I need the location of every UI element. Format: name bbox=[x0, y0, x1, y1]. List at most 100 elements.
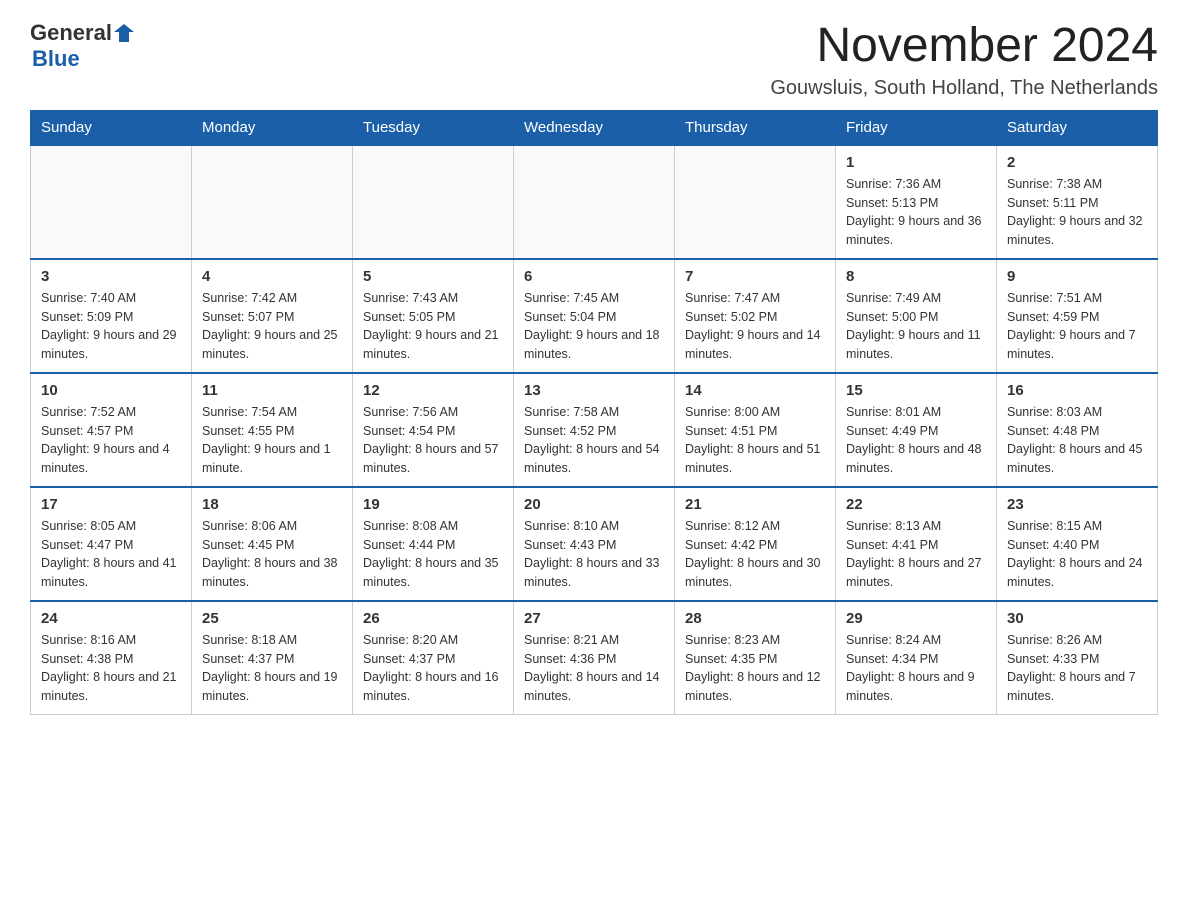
day-number: 14 bbox=[685, 382, 825, 399]
day-number: 6 bbox=[524, 268, 664, 285]
day-info: Sunrise: 8:08 AM Sunset: 4:44 PM Dayligh… bbox=[363, 517, 503, 592]
day-number: 11 bbox=[202, 382, 342, 399]
day-number: 8 bbox=[846, 268, 986, 285]
calendar-cell bbox=[514, 145, 675, 259]
week-row-2: 3 Sunrise: 7:40 AM Sunset: 5:09 PM Daylig… bbox=[31, 259, 1158, 373]
day-number: 21 bbox=[685, 496, 825, 513]
day-number: 28 bbox=[685, 610, 825, 627]
day-number: 20 bbox=[524, 496, 664, 513]
weekday-monday: Monday bbox=[192, 110, 353, 145]
day-number: 4 bbox=[202, 268, 342, 285]
logo-general: General bbox=[30, 20, 112, 46]
calendar-cell: 30Sunrise: 8:26 AM Sunset: 4:33 PM Dayli… bbox=[997, 601, 1158, 715]
calendar-cell: 14Sunrise: 8:00 AM Sunset: 4:51 PM Dayli… bbox=[675, 373, 836, 487]
logo-blue: Blue bbox=[32, 46, 80, 71]
week-row-3: 10 Sunrise: 7:52 AM Sunset: 4:57 PM Dayli… bbox=[31, 373, 1158, 487]
day-number: 15 bbox=[846, 382, 986, 399]
weekday-wednesday: Wednesday bbox=[514, 110, 675, 145]
calendar-cell: 10 Sunrise: 7:52 AM Sunset: 4:57 PM Dayli… bbox=[31, 373, 192, 487]
day-info: Sunrise: 8:01 AM Sunset: 4:49 PM Dayligh… bbox=[846, 403, 986, 478]
day-info: Sunrise: 8:13 AM Sunset: 4:41 PM Dayligh… bbox=[846, 517, 986, 592]
day-number: 16 bbox=[1007, 382, 1147, 399]
day-number: 30 bbox=[1007, 610, 1147, 627]
day-info: Sunrise: 8:23 AM Sunset: 4:35 PM Dayligh… bbox=[685, 631, 825, 706]
weekday-header-row: SundayMondayTuesdayWednesdayThursdayFrid… bbox=[31, 110, 1158, 145]
location: Gouwsluis, South Holland, The Netherland… bbox=[770, 77, 1158, 100]
calendar-cell bbox=[31, 145, 192, 259]
calendar-cell: 4 Sunrise: 7:42 AM Sunset: 5:07 PM Daylig… bbox=[192, 259, 353, 373]
calendar-cell: 5 Sunrise: 7:43 AM Sunset: 5:05 PM Daylig… bbox=[353, 259, 514, 373]
calendar-cell: 9Sunrise: 7:51 AM Sunset: 4:59 PM Daylig… bbox=[997, 259, 1158, 373]
day-number: 29 bbox=[846, 610, 986, 627]
day-number: 5 bbox=[363, 268, 503, 285]
day-info: Sunrise: 8:16 AM Sunset: 4:38 PM Dayligh… bbox=[41, 631, 181, 706]
weekday-saturday: Saturday bbox=[997, 110, 1158, 145]
page-header: General Blue November 2024 Gouwsluis, So… bbox=[30, 20, 1158, 100]
calendar-cell: 24 Sunrise: 8:16 AM Sunset: 4:38 PM Dayli… bbox=[31, 601, 192, 715]
week-row-5: 24 Sunrise: 8:16 AM Sunset: 4:38 PM Dayli… bbox=[31, 601, 1158, 715]
calendar-cell: 12 Sunrise: 7:56 AM Sunset: 4:54 PM Dayli… bbox=[353, 373, 514, 487]
day-info: Sunrise: 8:15 AM Sunset: 4:40 PM Dayligh… bbox=[1007, 517, 1147, 592]
calendar-cell: 8 Sunrise: 7:49 AM Sunset: 5:00 PM Daylig… bbox=[836, 259, 997, 373]
day-number: 3 bbox=[41, 268, 181, 285]
week-row-4: 17 Sunrise: 8:05 AM Sunset: 4:47 PM Dayli… bbox=[31, 487, 1158, 601]
day-number: 27 bbox=[524, 610, 664, 627]
day-info: Sunrise: 7:49 AM Sunset: 5:00 PM Dayligh… bbox=[846, 289, 986, 364]
calendar-cell: 29Sunrise: 8:24 AM Sunset: 4:34 PM Dayli… bbox=[836, 601, 997, 715]
calendar-cell: 1Sunrise: 7:36 AM Sunset: 5:13 PM Daylig… bbox=[836, 145, 997, 259]
day-number: 12 bbox=[363, 382, 503, 399]
day-info: Sunrise: 8:06 AM Sunset: 4:45 PM Dayligh… bbox=[202, 517, 342, 592]
calendar-cell: 3 Sunrise: 7:40 AM Sunset: 5:09 PM Daylig… bbox=[31, 259, 192, 373]
day-number: 26 bbox=[363, 610, 503, 627]
day-info: Sunrise: 7:36 AM Sunset: 5:13 PM Dayligh… bbox=[846, 175, 986, 250]
day-number: 24 bbox=[41, 610, 181, 627]
weekday-friday: Friday bbox=[836, 110, 997, 145]
calendar-cell: 19 Sunrise: 8:08 AM Sunset: 4:44 PM Dayli… bbox=[353, 487, 514, 601]
calendar-cell: 28 Sunrise: 8:23 AM Sunset: 4:35 PM Dayli… bbox=[675, 601, 836, 715]
calendar-cell: 21 Sunrise: 8:12 AM Sunset: 4:42 PM Dayli… bbox=[675, 487, 836, 601]
logo: General Blue bbox=[30, 20, 134, 72]
calendar-cell: 22Sunrise: 8:13 AM Sunset: 4:41 PM Dayli… bbox=[836, 487, 997, 601]
day-info: Sunrise: 7:58 AM Sunset: 4:52 PM Dayligh… bbox=[524, 403, 664, 478]
calendar-cell: 18 Sunrise: 8:06 AM Sunset: 4:45 PM Dayli… bbox=[192, 487, 353, 601]
calendar-table: SundayMondayTuesdayWednesdayThursdayFrid… bbox=[30, 110, 1158, 715]
calendar-cell: 25Sunrise: 8:18 AM Sunset: 4:37 PM Dayli… bbox=[192, 601, 353, 715]
day-info: Sunrise: 8:05 AM Sunset: 4:47 PM Dayligh… bbox=[41, 517, 181, 592]
week-row-1: 1Sunrise: 7:36 AM Sunset: 5:13 PM Daylig… bbox=[31, 145, 1158, 259]
calendar-cell: 2Sunrise: 7:38 AM Sunset: 5:11 PM Daylig… bbox=[997, 145, 1158, 259]
day-number: 18 bbox=[202, 496, 342, 513]
day-info: Sunrise: 7:43 AM Sunset: 5:05 PM Dayligh… bbox=[363, 289, 503, 364]
day-info: Sunrise: 8:12 AM Sunset: 4:42 PM Dayligh… bbox=[685, 517, 825, 592]
day-info: Sunrise: 7:42 AM Sunset: 5:07 PM Dayligh… bbox=[202, 289, 342, 364]
day-number: 7 bbox=[685, 268, 825, 285]
day-info: Sunrise: 8:18 AM Sunset: 4:37 PM Dayligh… bbox=[202, 631, 342, 706]
day-info: Sunrise: 7:45 AM Sunset: 5:04 PM Dayligh… bbox=[524, 289, 664, 364]
calendar-cell: 6 Sunrise: 7:45 AM Sunset: 5:04 PM Daylig… bbox=[514, 259, 675, 373]
day-info: Sunrise: 8:20 AM Sunset: 4:37 PM Dayligh… bbox=[363, 631, 503, 706]
calendar-cell bbox=[675, 145, 836, 259]
day-number: 23 bbox=[1007, 496, 1147, 513]
day-number: 10 bbox=[41, 382, 181, 399]
day-number: 19 bbox=[363, 496, 503, 513]
day-info: Sunrise: 8:03 AM Sunset: 4:48 PM Dayligh… bbox=[1007, 403, 1147, 478]
calendar-cell: 27Sunrise: 8:21 AM Sunset: 4:36 PM Dayli… bbox=[514, 601, 675, 715]
day-info: Sunrise: 7:56 AM Sunset: 4:54 PM Dayligh… bbox=[363, 403, 503, 478]
day-number: 13 bbox=[524, 382, 664, 399]
calendar-cell: 26 Sunrise: 8:20 AM Sunset: 4:37 PM Dayli… bbox=[353, 601, 514, 715]
day-number: 17 bbox=[41, 496, 181, 513]
calendar-cell: 16 Sunrise: 8:03 AM Sunset: 4:48 PM Dayli… bbox=[997, 373, 1158, 487]
logo-arrow-icon bbox=[112, 22, 134, 44]
day-number: 9 bbox=[1007, 268, 1147, 285]
calendar-cell: 23 Sunrise: 8:15 AM Sunset: 4:40 PM Dayli… bbox=[997, 487, 1158, 601]
weekday-tuesday: Tuesday bbox=[353, 110, 514, 145]
calendar-cell: 11Sunrise: 7:54 AM Sunset: 4:55 PM Dayli… bbox=[192, 373, 353, 487]
calendar-cell: 7Sunrise: 7:47 AM Sunset: 5:02 PM Daylig… bbox=[675, 259, 836, 373]
weekday-thursday: Thursday bbox=[675, 110, 836, 145]
day-number: 2 bbox=[1007, 154, 1147, 171]
title-block: November 2024 Gouwsluis, South Holland, … bbox=[770, 20, 1158, 100]
calendar-cell: 17 Sunrise: 8:05 AM Sunset: 4:47 PM Dayli… bbox=[31, 487, 192, 601]
day-info: Sunrise: 7:52 AM Sunset: 4:57 PM Dayligh… bbox=[41, 403, 181, 478]
calendar-cell bbox=[192, 145, 353, 259]
month-title: November 2024 bbox=[770, 20, 1158, 73]
day-info: Sunrise: 7:40 AM Sunset: 5:09 PM Dayligh… bbox=[41, 289, 181, 364]
